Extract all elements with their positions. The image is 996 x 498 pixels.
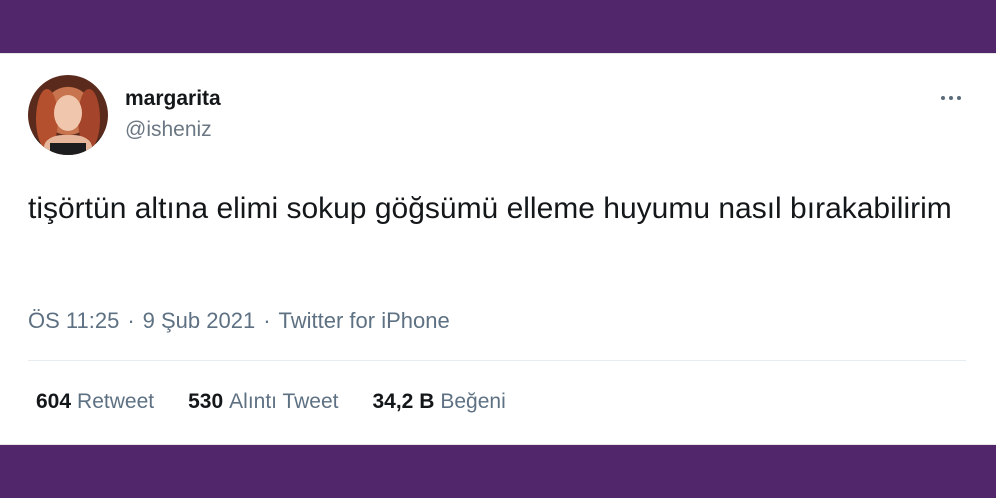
stat-label: Retweet (77, 390, 155, 413)
stat-label: Alıntı Tweet (229, 390, 339, 413)
more-dot (949, 96, 953, 100)
avatar-top (50, 143, 86, 155)
tweet-text: tişörtün altına elimi sokup göğsümü elle… (28, 192, 952, 225)
more-dot (957, 96, 961, 100)
stat-count: 530 (188, 390, 224, 413)
stat-quote-tweets[interactable]: 530 Alıntı Tweet (188, 390, 338, 414)
stat-retweets[interactable]: 604 Retweet (36, 390, 154, 414)
tweet-meta: ÖS 11:25 · 9 Şub 2021 · Twitter for iPho… (28, 308, 450, 334)
author-name[interactable]: margarita (125, 87, 221, 111)
stat-count: 604 (36, 390, 72, 413)
stat-count: 34,2 B (372, 390, 435, 413)
divider (28, 360, 966, 361)
tweet-date[interactable]: 9 Şub 2021 (143, 308, 256, 334)
tweet-card (0, 53, 996, 445)
author-handle[interactable]: @isheniz (125, 118, 212, 142)
tweet-source[interactable]: Twitter for iPhone (279, 308, 450, 334)
more-dot (941, 96, 945, 100)
tweet-stats: 604 Retweet 530 Alıntı Tweet 34,2 B Beğeni (36, 390, 506, 414)
avatar[interactable] (28, 75, 108, 155)
meta-separator: · (127, 308, 135, 333)
more-horizontal-icon[interactable] (934, 85, 968, 111)
stat-label: Beğeni (440, 390, 506, 413)
avatar-face (54, 95, 82, 131)
stat-likes[interactable]: 34,2 B Beğeni (372, 390, 505, 414)
tweet-time[interactable]: ÖS 11:25 (28, 308, 119, 334)
meta-separator: · (263, 308, 271, 333)
